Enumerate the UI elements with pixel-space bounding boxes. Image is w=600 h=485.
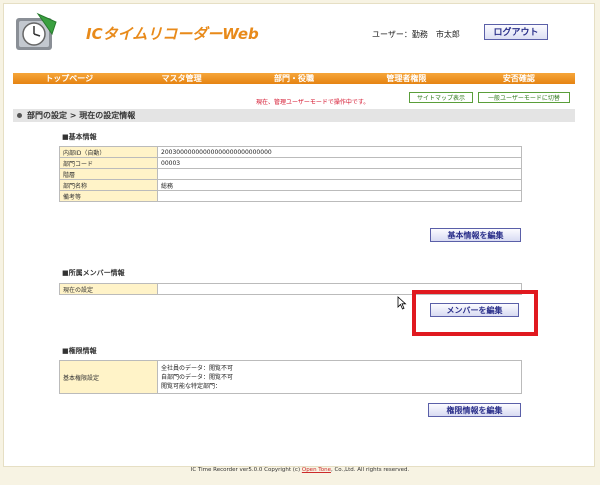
rights-line-specific: 閲覧可能な特定部門： [161,382,222,390]
table-row: 部門コード 00003 [59,157,522,169]
row-label: 現在の設定 [59,283,158,295]
basic-info-table: 内部ID（自動） 20030000000000000000000000000 部門… [59,146,522,202]
row-value [157,168,522,180]
rights-line-all: 全社員のデータ：閲覧不可 [161,364,234,372]
row-value: 全社員のデータ：閲覧不可 自部門のデータ：閲覧不可 閲覧可能な特定部門： [157,360,522,394]
row-value: 総務 [157,179,522,191]
table-row: 内部ID（自動） 20030000000000000000000000000 [59,146,522,158]
nav-item-department[interactable]: 部門・役職 [238,73,350,84]
row-label: 部門名称 [59,179,158,191]
row-value: 00003 [157,157,522,169]
row-label: 階層 [59,168,158,180]
nav-item-master[interactable]: マスタ管理 [125,73,237,84]
table-row: 階層 [59,168,522,180]
row-value: 20030000000000000000000000000 [157,146,522,158]
app-title: ICタイムリコーダーWeb [86,25,259,43]
basic-info-title: ■基本情報 [62,133,97,141]
switch-user-mode-button[interactable]: 一般ユーザーモードに切替 [478,92,570,103]
row-value [157,190,522,202]
footer-suffix: , Co.,Ltd. All rights reserved. [330,467,410,473]
rights-info-title: ■権限情報 [62,347,97,355]
sitemap-button[interactable]: サイトマップ表示 [409,92,473,103]
edit-rights-button[interactable]: 権限情報を編集 [428,403,521,417]
rights-line-own: 自部門のデータ：閲覧不可 [161,373,234,381]
table-row: 備考等 [59,190,522,202]
app-logo-icon [16,12,57,50]
nav-item-safety[interactable]: 安否確認 [463,73,575,84]
main-nav: トップページ マスタ管理 部門・役職 管理者権限 安否確認 [13,73,575,84]
table-row: 基本権限設定 全社員のデータ：閲覧不可 自部門のデータ：閲覧不可 閲覧可能な特定… [59,360,522,394]
table-row: 部門名称 総務 [59,179,522,191]
breadcrumb-text: 部門の設定 > 現在の設定情報 [27,111,136,120]
footer-copyright: IC Time Recorder ver5.0.0 Copyright (c) … [0,467,600,473]
member-info-title: ■所属メンバー情報 [62,269,125,277]
mouse-cursor-icon [397,296,407,310]
nav-item-top[interactable]: トップページ [13,73,125,84]
bullet-icon [17,113,22,118]
logout-button[interactable]: ログアウト [484,24,548,40]
edit-basic-info-button[interactable]: 基本情報を編集 [430,228,521,242]
row-label: 部門コード [59,157,158,169]
nav-item-admin[interactable]: 管理者権限 [350,73,462,84]
user-name: ユーザー：勤務 市太郎 [372,30,460,39]
rights-info-table: 基本権限設定 全社員のデータ：閲覧不可 自部門のデータ：閲覧不可 閲覧可能な特定… [59,360,522,394]
company-link[interactable]: Open Tone [302,467,331,473]
breadcrumb: 部門の設定 > 現在の設定情報 [13,109,575,122]
admin-mode-message: 現在、管理ユーザーモードで操作中です。 [256,99,370,106]
row-label: 備考等 [59,190,158,202]
highlight-box [412,290,538,336]
footer-prefix: IC Time Recorder ver5.0.0 Copyright (c) [190,467,302,473]
row-label: 基本権限設定 [59,360,158,394]
row-label: 内部ID（自動） [59,146,158,158]
